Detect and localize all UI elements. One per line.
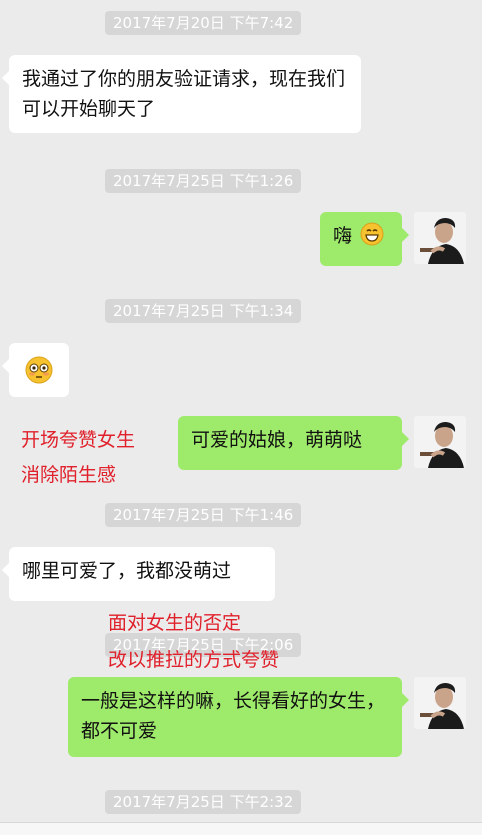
annotation-text: 改以推拉的方式夸赞 xyxy=(108,649,280,671)
message-text: 哪里可爱了，我都没萌过 xyxy=(22,560,232,582)
avatar[interactable] xyxy=(414,416,466,468)
timestamp: 2017年7月25日 下午1:46 xyxy=(105,503,302,527)
user-photo-icon xyxy=(414,416,466,468)
input-bar[interactable] xyxy=(0,822,482,835)
annotation-text: 面对女生的否定 xyxy=(108,612,242,634)
message-text: 我通过了你的朋友验证请求，现在我们可以开始聊天了 xyxy=(22,68,346,120)
grinning-face-icon xyxy=(360,222,384,246)
timestamp: 2017年7月25日 下午2:32 xyxy=(105,790,302,814)
avatar[interactable] xyxy=(414,677,466,729)
user-photo-icon xyxy=(414,677,466,729)
timestamp: 2017年7月25日 下午1:26 xyxy=(105,169,302,193)
message-bubble-incoming[interactable]: 哪里可爱了，我都没萌过 xyxy=(2,547,275,601)
message-text: 一般是这样的嘛，长得看好的女生，都不可爱 xyxy=(81,690,386,742)
message-bubble-outgoing[interactable]: 一般是这样的嘛，长得看好的女生，都不可爱 xyxy=(68,677,409,757)
annotation-text: 消除陌生感 xyxy=(21,464,117,486)
message-bubble-outgoing[interactable]: 嗨 xyxy=(320,212,409,266)
flushed-face-icon xyxy=(25,356,53,384)
avatar[interactable] xyxy=(414,212,466,264)
message-bubble-outgoing[interactable]: 可爱的姑娘，萌萌哒 xyxy=(178,416,409,470)
annotation-text: 开场夸赞女生 xyxy=(21,429,136,451)
timestamp: 2017年7月25日 下午1:34 xyxy=(105,299,302,323)
message-text: 可爱的姑娘，萌萌哒 xyxy=(191,429,363,451)
message-text: 嗨 xyxy=(333,225,353,247)
message-bubble-incoming[interactable] xyxy=(2,343,69,397)
user-photo-icon xyxy=(414,212,466,264)
message-bubble-incoming[interactable]: 我通过了你的朋友验证请求，现在我们可以开始聊天了 xyxy=(2,55,361,133)
timestamp: 2017年7月20日 下午7:42 xyxy=(105,11,302,35)
